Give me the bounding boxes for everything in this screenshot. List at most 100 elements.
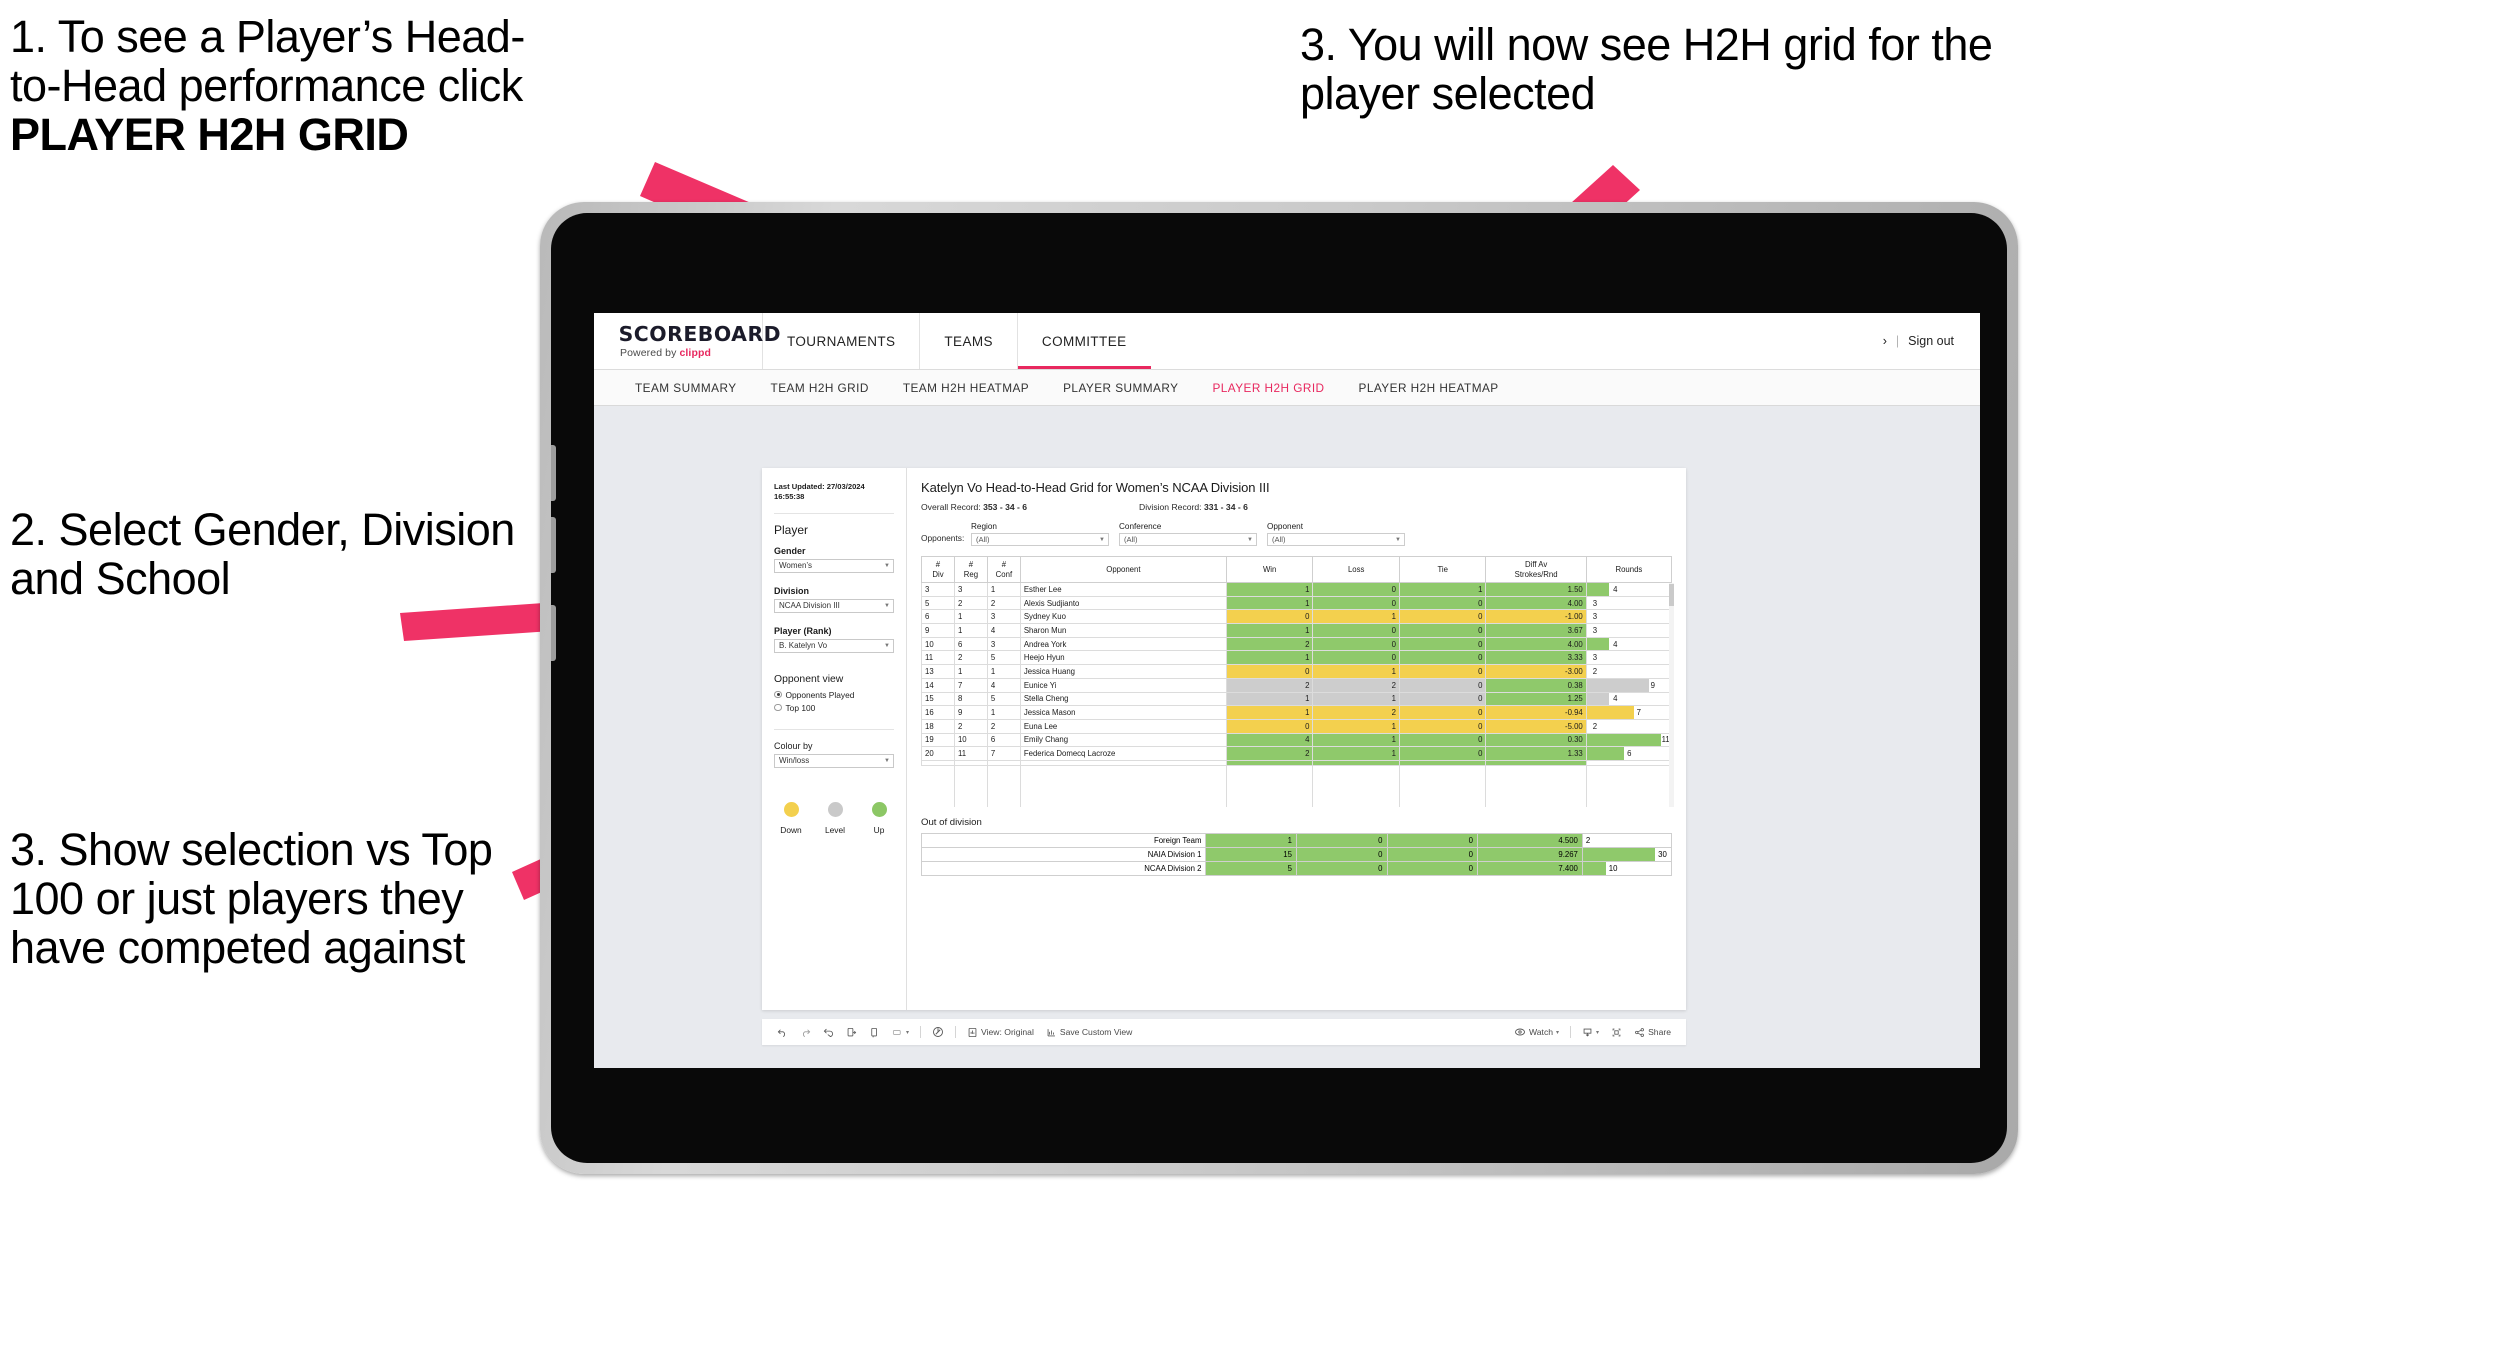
subnav-item-player-h2h-heatmap[interactable]: PLAYER H2H HEATMAP [1342, 381, 1516, 395]
rounds-value: 2 [1585, 835, 1591, 845]
cell-ood-rounds: 10 [1581, 860, 1673, 876]
col-reg[interactable]: # Reg [953, 556, 988, 583]
gender-select[interactable]: Women’s ▼ [774, 558, 894, 573]
cell-rounds: 3 [1585, 595, 1673, 611]
chevron-down-icon: ▼ [1099, 536, 1105, 543]
cell-empty [1585, 792, 1673, 807]
legend-dot-level [827, 801, 843, 817]
account-chevron-icon[interactable]: › [1883, 334, 1887, 348]
cell-div: 20 [921, 746, 955, 761]
radio-top-100[interactable]: Top 100 [774, 703, 894, 713]
rounds-bar [1586, 583, 1609, 596]
radio-opponents-played[interactable]: Opponents Played [774, 690, 894, 700]
rounds-value: 4 [1613, 639, 1618, 649]
col-loss[interactable]: Loss [1312, 556, 1400, 583]
col-win[interactable]: Win [1225, 556, 1314, 583]
page-title: Katelyn Vo Head-to-Head Grid for Women’s… [921, 480, 1270, 495]
cell-empty [1019, 765, 1227, 780]
colour-by-label: Colour by [774, 740, 813, 751]
cell-rounds: 7 [1585, 705, 1673, 720]
topnav-item-teams[interactable]: TEAMS [919, 313, 1017, 369]
cell-conf: 5 [986, 691, 1021, 707]
table-row[interactable]: 13 1 1 Jessica Huang 0 1 0 -3.00 2 [921, 664, 1673, 679]
refresh-button[interactable] [840, 1027, 863, 1038]
redo-button[interactable] [794, 1027, 817, 1038]
col-div[interactable]: # Div [921, 556, 955, 583]
subnav-item-team-summary[interactable]: TEAM SUMMARY [618, 381, 754, 395]
opponent-select[interactable]: (All) ▼ [1267, 533, 1405, 546]
table-row[interactable]: 20 11 7 Federica Domecq Lacroze 2 1 0 1.33 6 [921, 746, 1673, 761]
save-custom-view-button[interactable]: Save Custom View [1040, 1027, 1138, 1038]
grid-scrollbar-thumb[interactable] [1669, 584, 1674, 606]
cell-conf: 1 [986, 705, 1021, 720]
table-row[interactable]: 19 10 6 Emily Chang 4 1 0 0.30 11 [921, 732, 1673, 748]
division-select[interactable]: NCAA Division III ▼ [774, 598, 894, 613]
col-reg-l2: Reg [963, 569, 979, 579]
cell-diff: 0.30 [1485, 732, 1587, 748]
cell-opponent: Stella Cheng [1019, 691, 1227, 707]
col-opponent[interactable]: Opponent [1019, 556, 1227, 583]
grid-scrollbar-track[interactable] [1669, 583, 1674, 807]
share-button[interactable]: Share [1628, 1027, 1677, 1038]
table-row[interactable]: 3 3 1 Esther Lee 1 0 1 1.50 4 [921, 582, 1673, 597]
table-row[interactable]: 5 2 2 Alexis Sudjianto 1 0 0 4.00 3 [921, 595, 1673, 611]
cell-empty [1312, 765, 1400, 780]
region-select[interactable]: (All) ▼ [971, 533, 1109, 546]
cell-diff: 3.33 [1485, 650, 1587, 666]
player-rank-select[interactable]: B. Katelyn Vo ▼ [774, 638, 894, 653]
divider [774, 512, 894, 514]
cell-loss: 1 [1312, 732, 1400, 748]
cell-tie: 1 [1398, 582, 1487, 597]
cell-conf: 7 [986, 746, 1021, 761]
subnav-item-player-summary[interactable]: PLAYER SUMMARY [1046, 381, 1195, 395]
subnav-item-team-h2h-heatmap[interactable]: TEAM H2H HEATMAP [886, 381, 1046, 395]
view-original-button[interactable]: View: Original [961, 1027, 1040, 1038]
conference-select[interactable]: (All) ▼ [1119, 533, 1257, 546]
chevron-down-icon: ▼ [1395, 536, 1401, 543]
revert-button[interactable] [817, 1027, 840, 1038]
cell-reg: 2 [953, 650, 988, 666]
table-row[interactable]: 15 8 5 Stella Cheng 1 1 0 1.25 4 [921, 691, 1673, 707]
col-conf-l1: # [1001, 560, 1007, 570]
table-row[interactable]: 14 7 4 Eunice Yi 2 2 0 0.38 9 [921, 677, 1673, 693]
tablet-button-volume-up [551, 445, 556, 501]
cell-tie: 0 [1398, 718, 1487, 734]
col-diff[interactable]: Diff Av Strokes/Rnd [1485, 556, 1587, 583]
table-row[interactable]: 6 1 3 Sydney Kuo 0 1 0 -1.00 3 [921, 609, 1673, 625]
colour-by-select[interactable]: Win/loss ▼ [774, 753, 894, 768]
table-row[interactable]: 9 1 4 Sharon Mun 1 0 0 3.67 3 [921, 623, 1673, 638]
cell-reg: 2 [953, 595, 988, 611]
out-of-division-row[interactable]: Foreign Team 1 0 0 4.500 2 [920, 832, 1673, 848]
cell-conf: 3 [986, 609, 1021, 625]
subnav-item-team-h2h-grid[interactable]: TEAM H2H GRID [754, 381, 886, 395]
device-layout-button[interactable]: ▾ [886, 1027, 915, 1038]
annotation-step-1: 1. To see a Player’s Head-to-Head perfor… [10, 12, 770, 159]
table-row[interactable]: 11 2 5 Heejo Hyun 1 0 0 3.33 3 [921, 650, 1673, 666]
download-button[interactable]: ▾ [1576, 1027, 1605, 1038]
table-row[interactable]: 16 9 1 Jessica Mason 1 2 0 -0.94 7 [921, 705, 1673, 720]
out-of-division-row[interactable]: NAIA Division 1 15 0 0 9.267 30 [920, 846, 1673, 862]
topnav-item-committee[interactable]: COMMITTEE [1016, 313, 1151, 369]
filter-sidebar: Last Updated: 27/03/2024 16:55:38 Player… [762, 468, 907, 1010]
undo-button[interactable] [771, 1027, 794, 1038]
subnav-item-player-h2h-grid[interactable]: PLAYER H2H GRID [1195, 381, 1341, 395]
pause-auto-update-button[interactable] [926, 1026, 950, 1038]
fullscreen-button[interactable] [1605, 1027, 1628, 1038]
table-row[interactable]: 18 2 2 Euna Lee 0 1 0 -5.00 2 [921, 718, 1673, 734]
account-divider: | [1895, 334, 1900, 348]
app-logo[interactable]: SCOREBOARD Powered by clippd [594, 324, 781, 359]
table-row[interactable]: 10 6 3 Andrea York 2 0 0 4.00 4 [921, 636, 1673, 652]
opponent-label: Opponent [1267, 522, 1303, 531]
col-rounds[interactable]: Rounds [1585, 556, 1673, 583]
cell-conf: 5 [986, 650, 1021, 666]
cell-reg: 1 [953, 664, 988, 679]
tablet-screen: SCOREBOARD Powered by clippd TOURNAMENTS… [594, 313, 1980, 1068]
player-rank-label: Player (Rank) [774, 625, 832, 636]
col-conf[interactable]: # Conf [986, 556, 1021, 583]
pause-button[interactable] [863, 1027, 886, 1038]
watch-button[interactable]: Watch ▾ [1508, 1026, 1565, 1038]
col-tie[interactable]: Tie [1398, 556, 1487, 583]
topnav-item-tournaments[interactable]: TOURNAMENTS [762, 313, 919, 369]
out-of-division-row[interactable]: NCAA Division 2 5 0 0 7.400 10 [920, 860, 1673, 876]
sign-out-link[interactable]: Sign out [1908, 334, 1954, 348]
